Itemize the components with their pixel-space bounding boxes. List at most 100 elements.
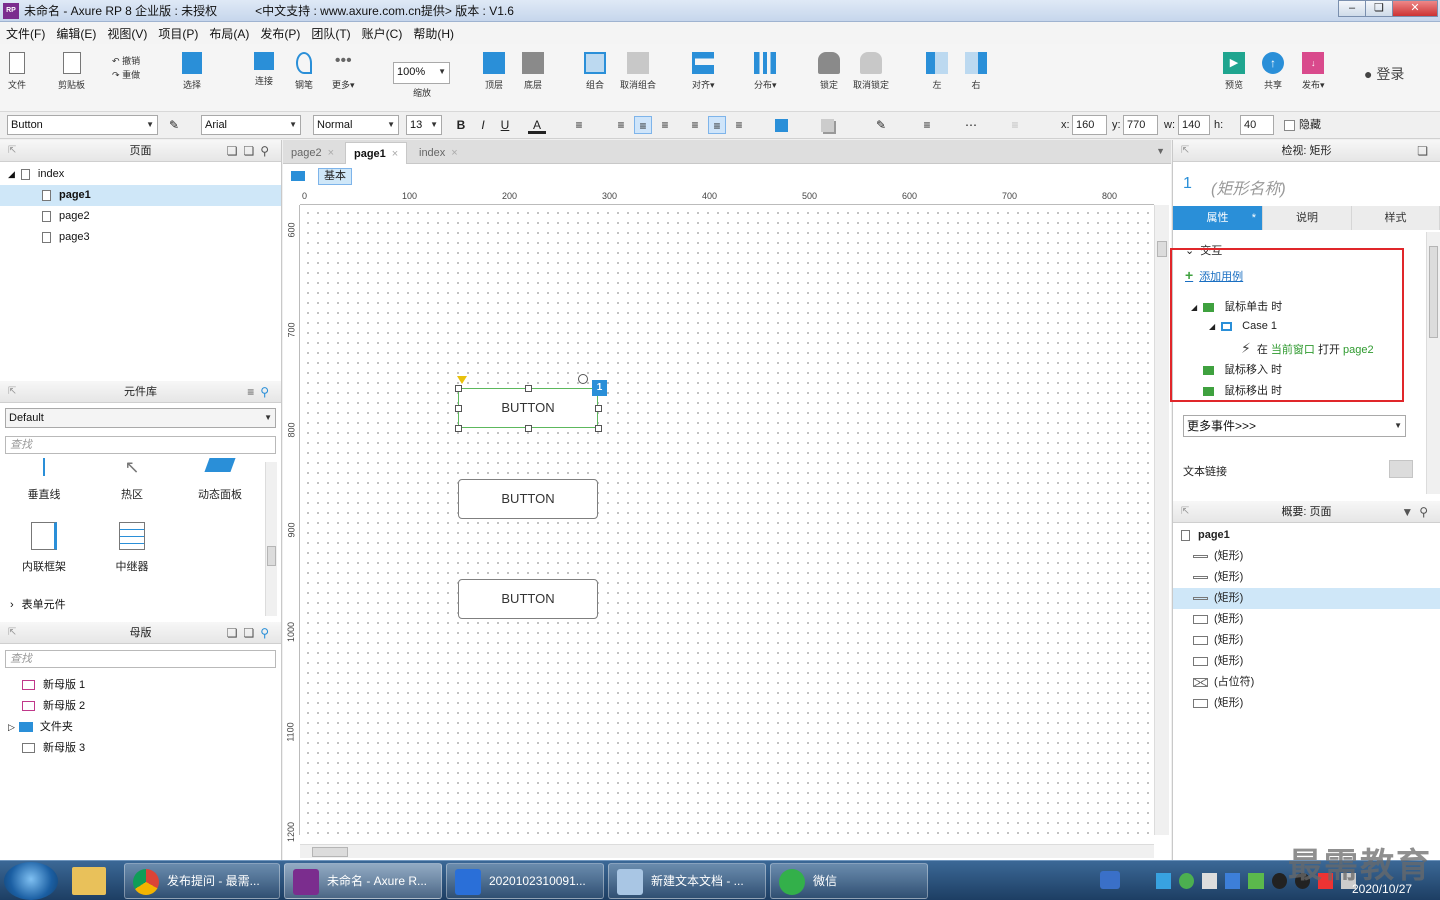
minimize-button[interactable]: –	[1338, 0, 1366, 17]
adaptive-base-view[interactable]: 基本	[318, 168, 352, 185]
menu-view[interactable]: 视图(V)	[107, 25, 147, 42]
align-left-icon[interactable]: ≡	[612, 116, 630, 134]
w-input[interactable]: 140	[1178, 115, 1210, 135]
pin-icon[interactable]: ⇱	[8, 381, 16, 403]
close-icon[interactable]: ×	[392, 148, 398, 160]
canvas-horizontal-scrollbar[interactable]	[300, 844, 1154, 858]
tab-page2[interactable]: page2 ×	[283, 142, 342, 164]
tray-app-icon[interactable]	[1248, 873, 1264, 889]
outline-item-4[interactable]: (矩形)	[1173, 609, 1440, 630]
x-input[interactable]: 160	[1072, 115, 1107, 135]
font-color-button[interactable]: A	[528, 116, 546, 134]
page-item-page2[interactable]: page2	[0, 206, 281, 227]
text-link-style-button[interactable]	[1389, 460, 1413, 478]
tray-app-icon[interactable]	[1202, 873, 1218, 889]
outline-page[interactable]: page1	[1173, 525, 1440, 546]
outline-tools[interactable]: ▼⚲	[1401, 501, 1434, 523]
task-video[interactable]: 2020102310091...	[446, 863, 604, 899]
scrollbar-thumb[interactable]	[1429, 246, 1438, 338]
outline-item-6[interactable]: (矩形)	[1173, 651, 1440, 672]
master-item-1[interactable]: 新母版 1	[0, 675, 281, 696]
outline-item-1[interactable]: (矩形)	[1173, 546, 1440, 567]
notes-icon[interactable]: ❏	[1417, 140, 1434, 162]
task-axure[interactable]: 未命名 - Axure R...	[284, 863, 442, 899]
pen-button[interactable]: 钢笔	[295, 52, 313, 91]
tab-style[interactable]: 样式	[1352, 206, 1440, 230]
widget-dynamic-panel[interactable]: 动态面板	[194, 458, 246, 502]
menu-publish[interactable]: 发布(P)	[260, 25, 300, 42]
connect-button[interactable]: 连接	[254, 52, 274, 87]
more-button[interactable]: ••• 更多▾	[332, 52, 355, 91]
arrow-style-button[interactable]: ≡	[1006, 116, 1024, 134]
shadow-button[interactable]	[818, 116, 836, 134]
font-size-select[interactable]: 13 ▼	[406, 115, 442, 135]
tab-properties[interactable]: 属性 *	[1173, 206, 1263, 230]
widget-style-select[interactable]: Button ▼	[7, 115, 158, 135]
widget-vertical-line[interactable]: 垂直线	[20, 458, 68, 502]
library-scrollbar[interactable]	[265, 462, 277, 616]
font-weight-select[interactable]: Normal ▼	[313, 115, 399, 135]
interaction-badge[interactable]: 1	[592, 380, 607, 396]
underline-button[interactable]: U	[496, 116, 514, 134]
align-center-icon[interactable]: ≡	[634, 116, 652, 134]
adaptive-view-icon[interactable]	[291, 171, 305, 181]
unlock-button[interactable]: 取消锁定	[853, 52, 889, 91]
close-icon[interactable]: ×	[451, 147, 457, 159]
scrollbar-thumb[interactable]	[1157, 241, 1167, 257]
tab-notes[interactable]: 说明	[1263, 206, 1352, 230]
pin-icon[interactable]: ⇱	[1181, 501, 1189, 523]
library-search-input[interactable]: 查找	[5, 436, 276, 454]
task-notepad[interactable]: 新建文本文档 - ...	[608, 863, 766, 899]
pin-icon[interactable]: ⇱	[8, 140, 16, 162]
left-panel-toggle[interactable]: 左	[926, 52, 948, 91]
publish-button[interactable]: ↓ 发布▾	[1302, 52, 1325, 91]
masters-tools[interactable]: ❏❏⚲	[227, 622, 275, 644]
menu-help[interactable]: 帮助(H)	[413, 25, 454, 42]
master-item-2[interactable]: 新母版 2	[0, 696, 281, 717]
outline-item-5[interactable]: (矩形)	[1173, 630, 1440, 651]
right-panel-toggle[interactable]: 右	[965, 52, 987, 91]
font-family-select[interactable]: Arial ▼	[201, 115, 301, 135]
widget-inline-frame[interactable]: 内联框架	[18, 522, 70, 574]
scrollbar-thumb[interactable]	[312, 847, 348, 857]
corner-radius-handle-icon[interactable]	[457, 376, 467, 384]
page-tree-root[interactable]: ◢ index	[0, 164, 281, 185]
master-folder[interactable]: ▷ 文件夹	[0, 717, 281, 738]
task-chrome[interactable]: 发布提问 - 最需...	[124, 863, 280, 899]
widget-hotspot[interactable]: ↖ 热区	[108, 458, 156, 502]
line-color-button[interactable]: ✎	[872, 116, 890, 134]
resize-handle[interactable]	[595, 425, 602, 432]
bullet-list-icon[interactable]: ≡	[570, 116, 588, 134]
hide-checkbox[interactable]: 隐藏	[1284, 115, 1321, 135]
masters-search-input[interactable]: 查找	[5, 650, 276, 668]
line-width-button[interactable]: ≡	[918, 116, 936, 134]
fill-color-button[interactable]	[772, 116, 790, 134]
pin-icon[interactable]: ⇱	[8, 622, 16, 644]
tray-shield-icon[interactable]	[1225, 873, 1241, 889]
menu-project[interactable]: 项目(P)	[158, 25, 198, 42]
menu-file[interactable]: 文件(F)	[6, 25, 45, 42]
task-wechat[interactable]: 微信	[770, 863, 928, 899]
widget-repeater[interactable]: 中继器	[108, 522, 156, 574]
canvas[interactable]: BUTTON 1 BUTTON BUTTON	[300, 205, 1154, 835]
outline-item-3[interactable]: (矩形)	[1173, 588, 1440, 609]
form-widgets-section[interactable]: › 表单元件	[0, 595, 281, 616]
resize-handle[interactable]	[455, 405, 462, 412]
inspector-scrollbar[interactable]	[1426, 232, 1440, 494]
pages-tools[interactable]: ❏❏⚲	[227, 140, 275, 162]
bring-to-front-button[interactable]: 顶层	[483, 52, 505, 91]
share-button[interactable]: ↑ 共享	[1262, 52, 1284, 91]
distribute-button[interactable]: 分布▾	[754, 52, 777, 91]
tabs-menu-icon[interactable]: ▼	[1156, 146, 1165, 156]
align-right-icon[interactable]: ≡	[656, 116, 674, 134]
canvas-button-3[interactable]: BUTTON	[458, 579, 598, 619]
scrollbar-thumb[interactable]	[267, 546, 276, 566]
preview-button[interactable]: ▶ 预览	[1223, 52, 1245, 91]
valign-bottom-icon[interactable]: ≡	[730, 116, 748, 134]
redo-button[interactable]: ↷ 重做	[112, 68, 140, 82]
rotate-handle-icon[interactable]	[578, 374, 588, 384]
resize-handle[interactable]	[455, 425, 462, 432]
tray-wechat-icon[interactable]	[1179, 873, 1195, 889]
align-button[interactable]: 对齐▾	[692, 52, 715, 91]
y-input[interactable]: 770	[1123, 115, 1158, 135]
